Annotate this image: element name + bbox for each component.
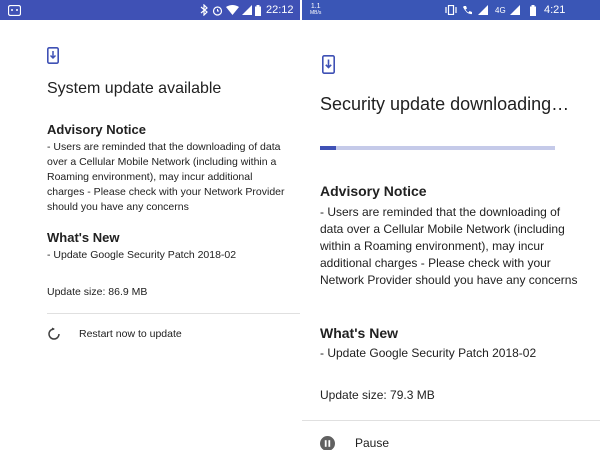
download-progress-fill <box>320 146 337 150</box>
status-time: 4:21 <box>544 4 566 16</box>
page-title: System update available <box>47 80 222 97</box>
whats-new-heading: What's New <box>320 325 399 341</box>
system-update-icon <box>47 47 59 64</box>
status-time: 22:12 <box>266 4 294 16</box>
divider <box>302 420 600 421</box>
signal-icon <box>242 0 252 20</box>
whats-new-text: - Update Google Security Patch 2018-02 <box>320 346 537 360</box>
system-update-screen: 22:12 System update available Advisory N… <box>0 0 300 450</box>
security-update-icon <box>322 55 335 74</box>
data-rate-unit: MB/s <box>310 10 322 16</box>
update-size: Update size: 86.9 MB <box>47 286 148 298</box>
data-rate-indicator: 1.1 MB/s <box>310 3 322 16</box>
advisory-text: - Users are reminded that the downloadin… <box>320 205 578 287</box>
vibrate-icon <box>445 0 457 20</box>
pause-icon <box>320 435 335 450</box>
call-icon <box>462 0 473 20</box>
battery-icon <box>530 0 536 20</box>
signal-icon <box>478 0 488 20</box>
status-bar: 1.1 MB/s 4G 4:21 <box>302 0 600 20</box>
advisory-heading: Advisory Notice <box>320 183 427 199</box>
update-size: Update size: 79.3 MB <box>320 388 435 402</box>
advisory-heading: Advisory Notice <box>47 122 146 137</box>
bluetooth-icon <box>200 0 208 20</box>
advisory-text: - Users are reminded that the downloadin… <box>47 141 285 213</box>
android-debug-icon <box>8 0 21 20</box>
signal-icon <box>510 0 520 20</box>
download-progress-bar <box>320 146 555 150</box>
status-bar: 22:12 <box>0 0 300 20</box>
page-title: Security update downloading… <box>320 94 570 114</box>
whats-new-text: - Update Google Security Patch 2018-02 <box>47 249 237 261</box>
restart-now-button[interactable]: Restart now to update <box>47 324 182 344</box>
whats-new-heading: What's New <box>47 230 120 245</box>
wifi-icon <box>226 0 239 20</box>
battery-icon <box>255 0 261 20</box>
network-type: 4G <box>495 5 506 15</box>
divider <box>47 313 300 314</box>
pause-label: Pause <box>355 436 390 450</box>
alarm-icon <box>212 0 223 20</box>
restart-icon <box>47 327 61 341</box>
security-update-screen: 1.1 MB/s 4G 4:21 Security update downloa… <box>302 0 600 450</box>
pause-button[interactable]: Pause <box>320 434 389 450</box>
restart-now-label: Restart now to update <box>79 328 182 340</box>
